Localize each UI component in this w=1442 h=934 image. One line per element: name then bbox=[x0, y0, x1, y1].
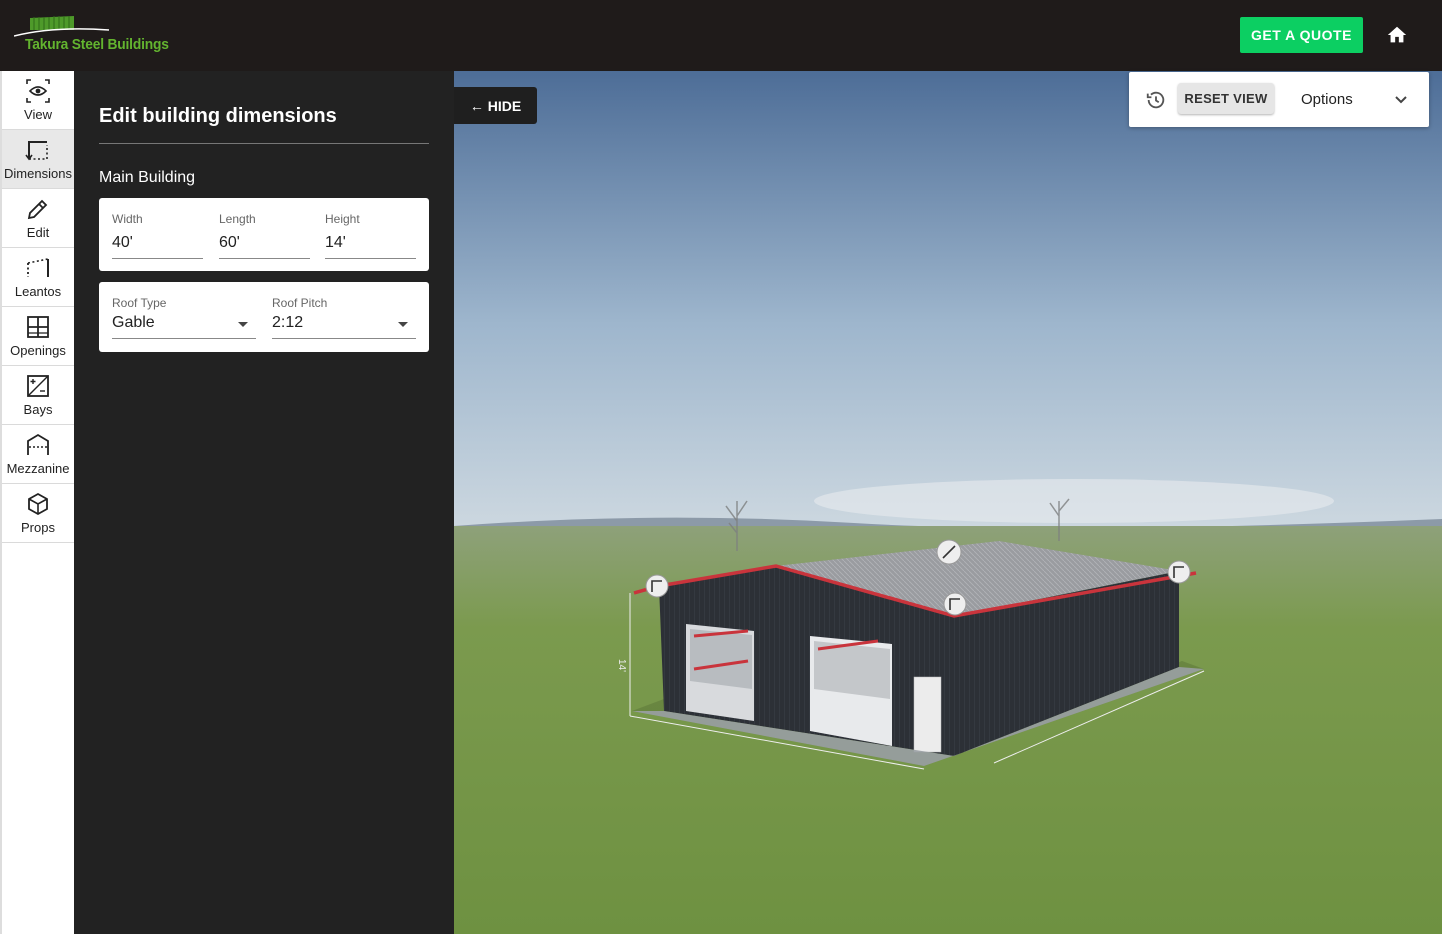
chevron-down-icon[interactable] bbox=[1393, 92, 1409, 108]
logo-text: Takura Steel Buildings bbox=[25, 36, 169, 53]
roof-card: Roof Type Gable Roof Pitch 2:12 bbox=[99, 282, 429, 352]
tool-label: Dimensions bbox=[4, 166, 72, 181]
diagonal-resize-handle-icon[interactable] bbox=[936, 539, 962, 565]
length-input[interactable]: 60' bbox=[219, 234, 310, 259]
history-icon[interactable] bbox=[1145, 89, 1167, 111]
height-marker-label: 14' bbox=[616, 659, 627, 672]
tool-label: Props bbox=[21, 520, 55, 535]
view-controls: RESET VIEW Options bbox=[1129, 72, 1429, 127]
tool-mezzanine[interactable]: Mezzanine bbox=[2, 425, 74, 484]
tool-dimensions[interactable]: Dimensions bbox=[2, 130, 74, 189]
resize-handle-icon[interactable] bbox=[645, 574, 669, 598]
width-label: Width bbox=[112, 212, 143, 226]
openings-icon bbox=[27, 316, 49, 338]
get-quote-button[interactable]: GET A QUOTE bbox=[1240, 17, 1363, 53]
tool-bays[interactable]: Bays bbox=[2, 366, 74, 425]
hide-panel-button[interactable]: ← HIDE bbox=[454, 87, 537, 124]
edit-dimensions-panel: Edit building dimensions Main Building W… bbox=[74, 71, 454, 934]
panel-title: Edit building dimensions bbox=[99, 105, 337, 127]
scene-render[interactable]: 14' bbox=[454, 71, 1442, 934]
reset-view-button[interactable]: RESET VIEW bbox=[1178, 83, 1274, 114]
roof-type-caret-icon bbox=[238, 322, 248, 327]
width-input[interactable]: 40' bbox=[112, 234, 203, 259]
roof-pitch-value[interactable]: 2:12 bbox=[272, 314, 416, 339]
leanto-icon bbox=[27, 258, 49, 277]
length-field[interactable]: Length 60' bbox=[219, 212, 310, 259]
section-title: Main Building bbox=[99, 169, 196, 186]
pencil-icon bbox=[27, 199, 48, 220]
tool-openings[interactable]: Openings bbox=[2, 307, 74, 366]
home-icon[interactable] bbox=[1386, 24, 1408, 46]
height-input[interactable]: 14' bbox=[325, 234, 416, 259]
dimensions-card: Width 40' Length 60' Height 14' bbox=[99, 198, 429, 271]
roof-pitch-label: Roof Pitch bbox=[272, 296, 328, 310]
tool-label: Openings bbox=[10, 343, 66, 358]
roof-type-value[interactable]: Gable bbox=[112, 314, 256, 339]
tool-edit[interactable]: Edit bbox=[2, 189, 74, 248]
tool-props[interactable]: Props bbox=[2, 484, 74, 543]
options-dropdown[interactable]: Options bbox=[1301, 91, 1353, 108]
tool-label: View bbox=[24, 107, 52, 122]
roof-type-label: Roof Type bbox=[112, 296, 167, 310]
roof-type-select[interactable]: Roof Type Gable bbox=[112, 296, 256, 339]
3d-viewport[interactable]: 14' bbox=[454, 71, 1442, 934]
height-field[interactable]: Height 14' bbox=[325, 212, 416, 259]
tool-label: Mezzanine bbox=[6, 461, 70, 476]
bays-icon bbox=[27, 375, 49, 397]
eye-icon bbox=[26, 79, 50, 103]
roof-pitch-select[interactable]: Roof Pitch 2:12 bbox=[272, 296, 416, 339]
width-field[interactable]: Width 40' bbox=[112, 212, 203, 259]
length-label: Length bbox=[219, 212, 256, 226]
tool-view[interactable]: View bbox=[2, 71, 74, 130]
app-header: Takura Steel Buildings GET A QUOTE bbox=[0, 0, 1442, 71]
tool-label: Edit bbox=[26, 225, 50, 240]
resize-handle-icon[interactable] bbox=[1167, 560, 1191, 584]
tool-label: Bays bbox=[23, 402, 53, 417]
resize-handle-icon[interactable] bbox=[943, 592, 967, 616]
tool-leantos[interactable]: Leantos bbox=[2, 248, 74, 307]
panel-divider bbox=[99, 143, 429, 144]
mezzanine-icon bbox=[27, 433, 49, 455]
tool-label: Leantos bbox=[14, 284, 62, 299]
cube-icon bbox=[28, 492, 48, 516]
roof-pitch-caret-icon bbox=[398, 322, 408, 327]
dimensions-icon bbox=[25, 141, 48, 161]
height-label: Height bbox=[325, 212, 360, 226]
tool-sidebar: View Dimensions Edit Leantos Openings Ba… bbox=[0, 71, 74, 934]
